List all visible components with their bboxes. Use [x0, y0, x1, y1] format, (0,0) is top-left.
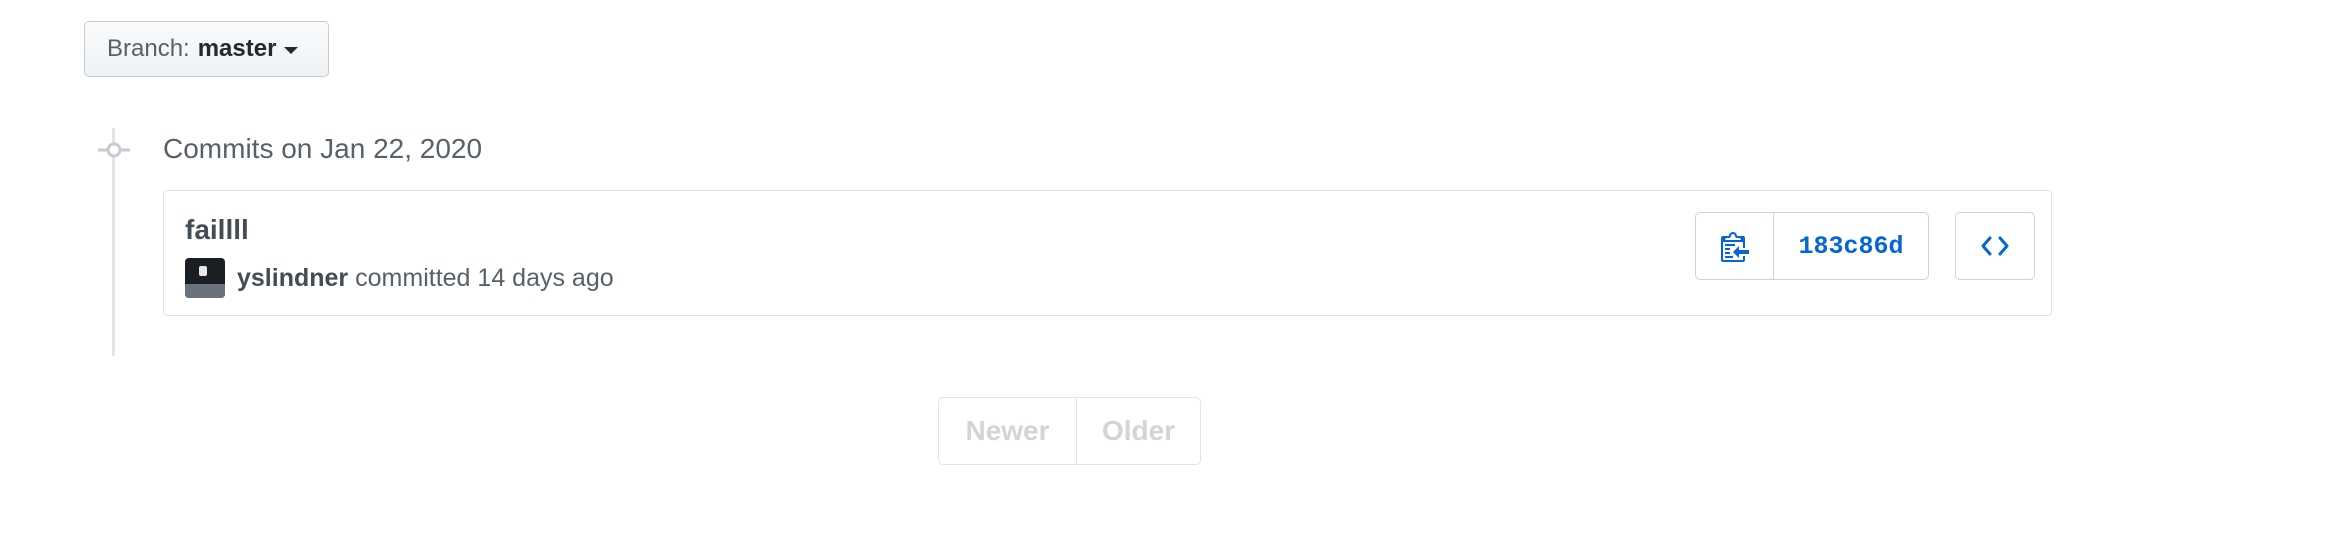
copy-sha-button[interactable]	[1696, 213, 1774, 279]
commit-group-title: Commits on Jan 22, 2020	[163, 133, 483, 164]
commit-item: faillll yslindner committed 14 days ago …	[163, 190, 2052, 316]
newer-button[interactable]: Newer	[939, 398, 1077, 464]
code-icon	[1981, 236, 2009, 256]
commit-message[interactable]: faillll	[185, 214, 249, 246]
commit-sha-link[interactable]: 183c86d	[1774, 213, 1928, 279]
browse-repo-button[interactable]	[1955, 212, 2035, 280]
commit-meta: yslindner committed 14 days ago	[185, 258, 614, 298]
sha-button-group: 183c86d	[1695, 212, 1929, 280]
clippy-icon	[1720, 232, 1749, 262]
branch-select-button[interactable]: Branch: master	[84, 21, 329, 77]
caret-down-icon	[284, 47, 299, 54]
timeline-line	[112, 128, 115, 356]
pagination: Newer Older	[938, 397, 1201, 465]
commit-time: committed 14 days ago	[355, 263, 614, 292]
branch-name: master	[197, 35, 277, 62]
branch-prefix: Branch:	[107, 35, 190, 62]
avatar[interactable]	[185, 258, 225, 298]
git-commit-icon	[98, 142, 130, 158]
commit-author[interactable]: yslindner	[237, 264, 348, 293]
older-button[interactable]: Older	[1077, 398, 1200, 464]
